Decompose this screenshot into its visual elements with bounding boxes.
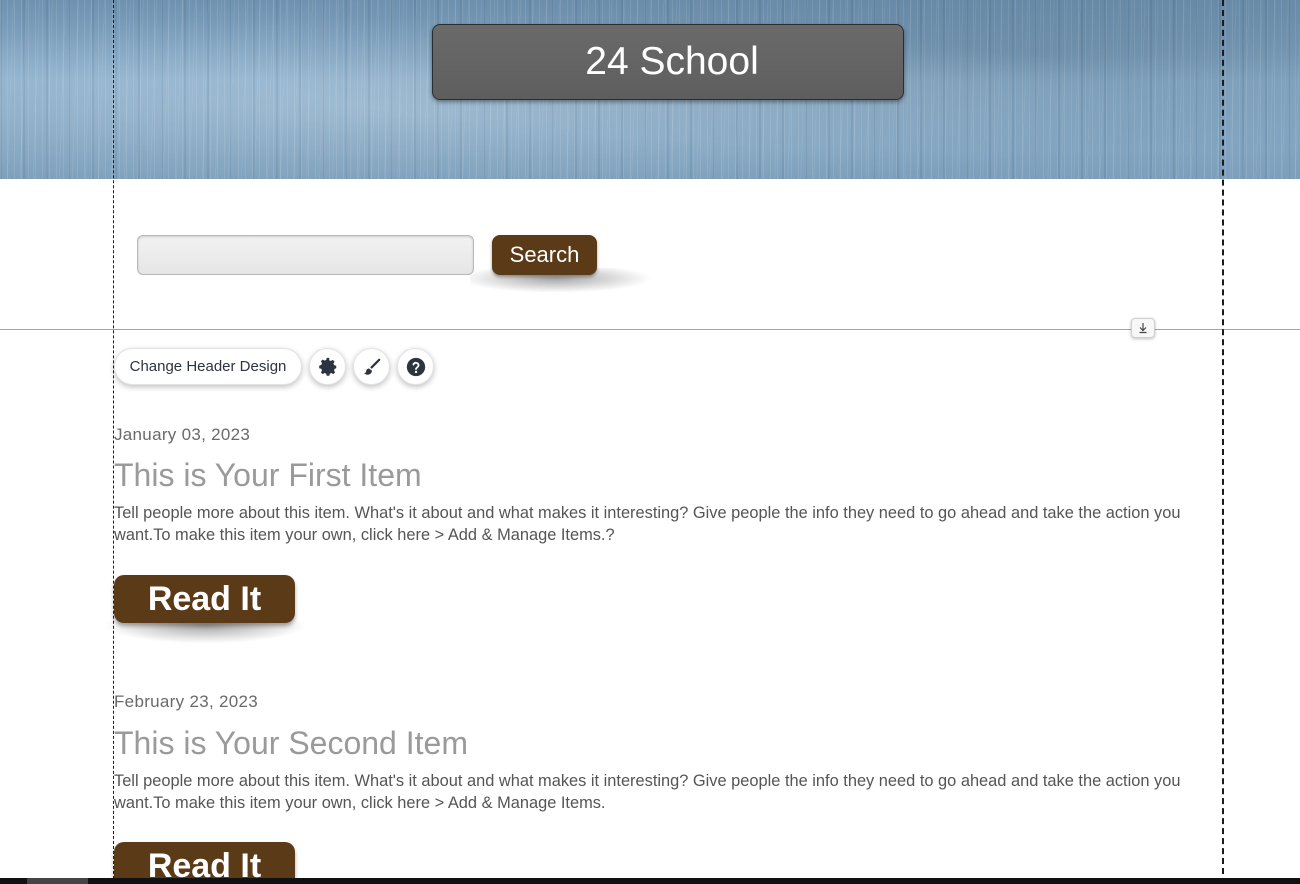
- scrollbar-thumb[interactable]: [27, 878, 88, 884]
- change-header-design-button[interactable]: Change Header Design: [114, 348, 302, 385]
- help-icon: [406, 357, 425, 376]
- right-layout-guide: [1222, 0, 1224, 884]
- arrow-down-icon: [1139, 323, 1147, 334]
- download-arrow-button[interactable]: [1131, 318, 1155, 338]
- section-divider: [0, 329, 1300, 330]
- read-it-button[interactable]: Read It: [114, 575, 295, 623]
- gear-icon: [318, 357, 336, 376]
- item-description: Tell people more about this item. What's…: [114, 504, 1181, 544]
- horizontal-scrollbar[interactable]: [0, 878, 1300, 884]
- settings-button[interactable]: [309, 348, 346, 385]
- item-date: January 03, 2023: [114, 425, 251, 444]
- search-button[interactable]: Search: [492, 235, 597, 275]
- design-brush-button[interactable]: [353, 348, 390, 385]
- item-date: February 23, 2023: [114, 692, 259, 711]
- search-input[interactable]: [137, 235, 474, 275]
- brush-icon: [363, 358, 380, 375]
- item-title[interactable]: This is Your Second Item: [114, 725, 468, 762]
- help-button[interactable]: [397, 348, 434, 385]
- site-title-box[interactable]: 24 School: [432, 24, 904, 100]
- item-description: Tell people more about this item. What's…: [114, 772, 1181, 812]
- site-title: 24 School: [585, 40, 759, 83]
- left-layout-guide: [113, 0, 114, 884]
- item-title[interactable]: This is Your First Item: [114, 457, 422, 494]
